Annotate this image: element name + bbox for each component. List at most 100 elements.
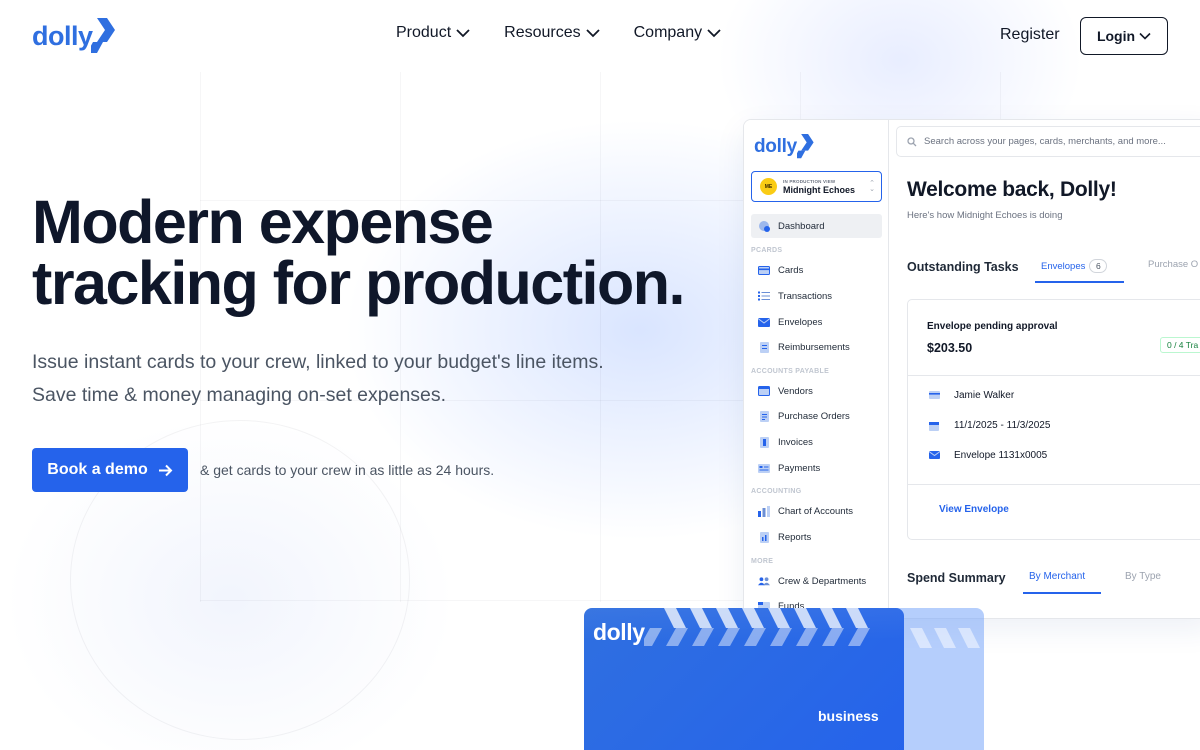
logo-chevron-icon: [90, 18, 115, 53]
sidebar-item-purchase-orders[interactable]: Purchase Orders: [751, 404, 882, 428]
sidebar-item-label: Purchase Orders: [778, 410, 850, 422]
sidebar-item-reimbursements[interactable]: Reimbursements: [751, 335, 882, 359]
hero-subtitle-line: Issue instant cards to your crew, linked…: [32, 351, 604, 373]
login-button[interactable]: Login: [1080, 17, 1168, 55]
invoice-icon: [758, 436, 770, 448]
sidebar-item-label: Chart of Accounts: [778, 505, 853, 517]
nav-label: Product: [396, 24, 452, 41]
tab-purchase-orders[interactable]: Purchase O: [1148, 259, 1198, 270]
sidebar-item-vendors[interactable]: Vendors: [751, 379, 882, 403]
welcome-heading: Welcome back, Dolly!: [907, 178, 1117, 201]
transactions-progress-badge: 0 / 4 Tra: [1160, 337, 1200, 353]
search-icon: [907, 136, 917, 146]
business-card: dolly business: [584, 608, 904, 750]
main-nav: Product Resources Company: [396, 24, 722, 42]
calendar-icon: [929, 421, 940, 431]
sidebar-item-cards[interactable]: Cards: [751, 258, 882, 282]
app-sidebar: dolly ME IN PRODUCTION VIEW Midnight Ech…: [744, 120, 889, 618]
logo-chevron-icon: [796, 134, 814, 159]
sidebar-item-envelopes[interactable]: Envelopes: [751, 310, 882, 334]
hero-title-line: tracking for production.: [32, 249, 685, 317]
dashboard-icon: [758, 221, 770, 232]
chevron-down-icon: [1139, 32, 1151, 40]
sidebar-item-label: Envelopes: [778, 316, 823, 328]
card-business-label: business: [818, 708, 879, 724]
divider: [908, 375, 1200, 376]
dolly-logo[interactable]: dolly: [32, 18, 117, 54]
nav-product[interactable]: Product: [396, 24, 471, 42]
sidebar-item-dashboard[interactable]: Dashboard: [751, 214, 882, 238]
sidebar-item-label: Vendors: [778, 385, 813, 397]
receipt-icon: [758, 341, 770, 353]
nav-company[interactable]: Company: [634, 24, 722, 42]
production-kicker: IN PRODUCTION VIEW: [783, 178, 836, 184]
welcome-subtitle: Here's how Midnight Echoes is doing: [907, 210, 1063, 221]
chevron-down-icon: [456, 29, 470, 38]
sidebar-section-more: MORE: [751, 558, 774, 565]
tab-by-type[interactable]: By Type: [1125, 571, 1161, 582]
sidebar-item-reports[interactable]: Reports: [751, 525, 882, 549]
envelope-icon: [758, 317, 770, 327]
app-logo: dolly: [754, 134, 815, 159]
sidebar-item-invoices[interactable]: Invoices: [751, 430, 882, 454]
view-envelope-link[interactable]: View Envelope: [939, 504, 1009, 515]
register-link[interactable]: Register: [1000, 26, 1060, 44]
tab-by-merchant[interactable]: By Merchant: [1029, 571, 1085, 582]
sidebar-item-label: Crew & Departments: [778, 575, 867, 587]
nav-label: Resources: [504, 24, 581, 41]
tab-label: Envelopes: [1041, 261, 1086, 272]
chevron-down-icon: [585, 29, 600, 38]
production-avatar: ME: [760, 178, 777, 195]
tab-envelopes[interactable]: Envelopes 6: [1041, 259, 1108, 273]
envelope-row-text: 11/1/2025 - 11/3/2025: [954, 420, 1051, 431]
sidebar-section-pcards: PCARDS: [751, 247, 783, 254]
outstanding-tasks-title: Outstanding Tasks: [907, 260, 1019, 274]
card-icon: [758, 265, 770, 275]
chevron-down-icon: [707, 29, 721, 38]
sidebar-item-payments[interactable]: Payments: [751, 456, 882, 480]
sidebar-item-transactions[interactable]: Transactions: [751, 284, 882, 308]
nav-resources[interactable]: Resources: [504, 24, 600, 42]
report-icon: [758, 531, 770, 543]
production-selector[interactable]: ME IN PRODUCTION VIEW Midnight Echoes ⌃ ⌄: [751, 171, 882, 202]
nav-label: Company: [633, 24, 703, 41]
card-logo: dolly: [593, 619, 645, 645]
updown-caret-icon: ⌃ ⌄: [869, 180, 875, 193]
envelope-row-person: Jamie Walker: [929, 390, 1014, 401]
arrow-right-icon: [158, 464, 173, 476]
app-main-panel: Search across your pages, cards, merchan…: [890, 120, 1200, 618]
bar-chart-icon: [758, 505, 770, 517]
envelope-amount: $203.50: [927, 341, 973, 355]
active-tab-indicator: [1023, 592, 1101, 594]
grid-line: [600, 72, 601, 602]
demo-note: & get cards to your crew in as little as…: [200, 462, 495, 478]
sidebar-item-label: Dashboard: [778, 220, 825, 232]
list-icon: [758, 291, 770, 301]
sidebar-item-crew-departments[interactable]: Crew & Departments: [751, 569, 882, 593]
hero-title: Modern expense tracking for production.: [32, 192, 732, 314]
book-demo-button[interactable]: Book a demo: [32, 448, 188, 492]
sidebar-item-label: Payments: [778, 462, 821, 474]
hero-subtitle-line: Save time & money managing on-set expens…: [32, 384, 447, 406]
sidebar-item-label: Invoices: [778, 436, 813, 448]
envelope-task-card: Envelope pending approval $203.50 0 / 4 …: [907, 299, 1200, 540]
envelope-row-text: Jamie Walker: [954, 390, 1015, 401]
grid-line: [400, 72, 401, 602]
envelope-row-text: Envelope 1131x0005: [954, 450, 1048, 461]
sidebar-item-chart-of-accounts[interactable]: Chart of Accounts: [751, 499, 882, 523]
app-preview: dolly ME IN PRODUCTION VIEW Midnight Ech…: [743, 119, 1200, 619]
sidebar-item-label: Transactions: [778, 290, 833, 302]
app-search-input[interactable]: Search across your pages, cards, merchan…: [896, 126, 1200, 157]
login-label: Login: [1096, 28, 1136, 44]
logo-text: dolly: [32, 20, 93, 51]
active-tab-indicator: [1035, 281, 1124, 283]
card-icon: [929, 391, 940, 400]
envelope-card-title: Envelope pending approval: [927, 321, 1058, 332]
production-name: Midnight Echoes: [783, 184, 855, 195]
divider: [908, 484, 1200, 485]
envelopes-count-badge: 6: [1089, 259, 1108, 273]
envelope-icon: [929, 451, 940, 460]
sidebar-item-label: Reimbursements: [778, 341, 850, 353]
vendor-icon: [758, 386, 770, 396]
envelope-row-dates: 11/1/2025 - 11/3/2025: [929, 420, 1050, 431]
